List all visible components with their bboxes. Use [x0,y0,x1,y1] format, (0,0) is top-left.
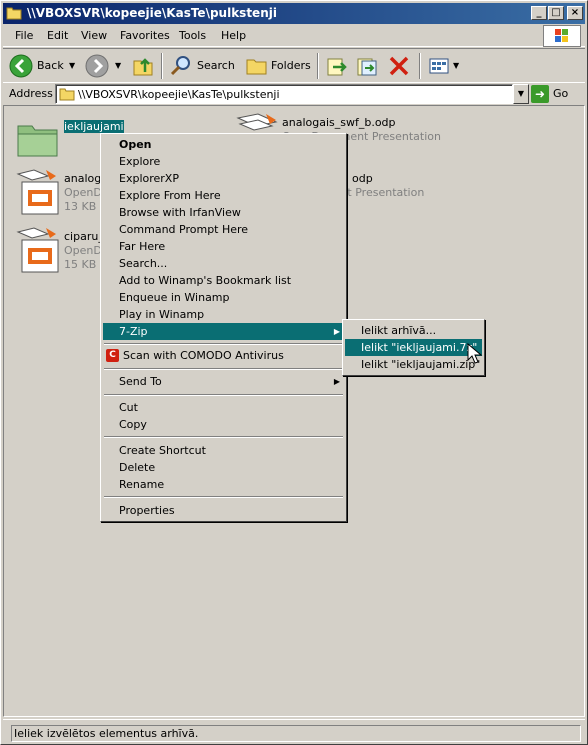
menu-file[interactable]: File [15,29,33,42]
forward-dropdown-icon[interactable]: ▼ [115,54,121,78]
search-icon[interactable] [169,54,193,78]
menu-item-far-here[interactable]: Far Here [103,238,344,255]
menu-item-send-to[interactable]: Send To ▶ [103,373,344,390]
menu-item-properties[interactable]: Properties [103,502,344,519]
up-folder-icon[interactable] [131,54,155,78]
menu-item-rename[interactable]: Rename [103,476,344,493]
menu-item-explorerxp[interactable]: ExplorerXP [103,170,344,187]
menu-item-send-to-label: Send To [119,375,162,388]
menu-item-search[interactable]: Search... [103,255,344,272]
toolbar-separator [317,53,319,79]
views-dropdown-icon[interactable]: ▼ [453,54,459,78]
menu-item-explore-from-here[interactable]: Explore From Here [103,187,344,204]
window-title: \\VBOXSVR\kopeejie\KasTe\pulkstenji [27,6,277,20]
submenu-arrow-icon: ▶ [333,327,340,336]
menu-item-play-winamp[interactable]: Play in Winamp [103,306,344,323]
address-dropdown-button[interactable]: ▼ [513,84,529,104]
forward-arrow-icon[interactable] [85,54,109,78]
menu-edit[interactable]: Edit [47,29,68,42]
submenu-arrow-icon: ▶ [333,377,340,386]
menu-separator [104,436,343,438]
address-bar: Address \\VBOXSVR\kopeejie\KasTe\pulkste… [3,82,585,104]
go-label: Go [553,87,569,100]
move-to-icon[interactable] [325,54,349,78]
menu-item-7zip-label: 7-Zip [119,325,148,338]
copy-to-icon[interactable] [355,54,379,78]
folders-icon[interactable] [245,54,269,78]
menu-item-copy[interactable]: Copy [103,416,344,433]
menu-favorites[interactable]: Favorites [120,29,170,42]
address-value: \\VBOXSVR\kopeejie\KasTe\pulkstenji [78,88,280,101]
submenu-item-add-zip[interactable]: Ielikt "iekljaujami.zip" [345,356,482,373]
menu-separator [104,368,343,370]
folder-icon [6,7,22,20]
address-input[interactable]: \\VBOXSVR\kopeejie\KasTe\pulkstenji [55,84,513,104]
menu-item-browse-irfanview[interactable]: Browse with IrfanView [103,204,344,221]
address-label: Address [9,87,53,100]
menu-separator [104,343,343,345]
menu-separator [104,394,343,396]
odp-file-icon [16,227,59,273]
title-bar[interactable]: \\VBOXSVR\kopeejie\KasTe\pulkstenji _ □ … [3,3,585,24]
delete-icon[interactable] [387,54,411,78]
folders-button[interactable]: Folders [271,54,311,78]
folder-icon [17,125,58,157]
back-dropdown-icon[interactable]: ▼ [69,54,75,78]
back-arrow-icon[interactable] [9,54,33,78]
submenu-item-add-archive[interactable]: Ielikt arhīvā... [345,322,482,339]
menu-item-enqueue-winamp[interactable]: Enqueue in Winamp [103,289,344,306]
status-bar: Ieliek izvēlētos elementus arhīvā. [3,719,585,743]
folder-icon [59,88,75,101]
menu-item-winamp-bookmark[interactable]: Add to Winamp's Bookmark list [103,272,344,289]
windows-logo-icon [543,25,581,47]
views-icon[interactable] [427,54,451,78]
comodo-icon: C [106,349,119,362]
file-name: odp [352,172,373,185]
menu-item-comodo[interactable]: C Scan with COMODO Antivirus [103,347,344,364]
menu-item-create-shortcut[interactable]: Create Shortcut [103,442,344,459]
mouse-cursor-icon [467,343,483,364]
file-name: analogais_swf_b.odp [282,116,396,129]
file-size: 15 KB [64,258,97,271]
menu-bar: File Edit View Favorites Tools Help [3,25,585,47]
file-name: iekljaujami [64,120,124,133]
toolbar: Back ▼ ▼ Search Folders ▼ [3,48,585,82]
odp-file-icon [16,169,59,215]
close-button[interactable]: × [567,6,583,20]
menu-item-cut[interactable]: Cut [103,399,344,416]
menu-view[interactable]: View [81,29,107,42]
status-text: Ieliek izvēlētos elementus arhīvā. [11,725,581,742]
go-arrow-icon: ➜ [531,85,549,103]
go-button[interactable]: ➜ Go [531,84,568,104]
menu-item-comodo-label: Scan with COMODO Antivirus [123,349,284,362]
file-size: 13 KB [64,200,97,213]
back-button[interactable]: Back [37,54,64,78]
menu-tools[interactable]: Tools [179,29,206,42]
context-menu: Open Explore ExplorerXP Explore From Her… [100,133,347,522]
menu-help[interactable]: Help [221,29,246,42]
menu-item-explore[interactable]: Explore [103,153,344,170]
menu-item-delete[interactable]: Delete [103,459,344,476]
menu-item-7zip[interactable]: 7-Zip ▶ [103,323,344,340]
submenu-item-add-7z[interactable]: Ielikt "iekljaujami.7z" [345,339,482,356]
toolbar-separator [419,53,421,79]
menu-item-open[interactable]: Open [103,136,344,153]
minimize-button[interactable]: _ [531,6,547,20]
submenu-7zip: Ielikt arhīvā... Ielikt "iekljaujami.7z"… [342,319,485,376]
search-button[interactable]: Search [197,54,235,78]
menu-item-command-prompt[interactable]: Command Prompt Here [103,221,344,238]
maximize-button[interactable]: □ [548,6,564,20]
toolbar-separator [161,53,163,79]
menu-separator [104,496,343,498]
